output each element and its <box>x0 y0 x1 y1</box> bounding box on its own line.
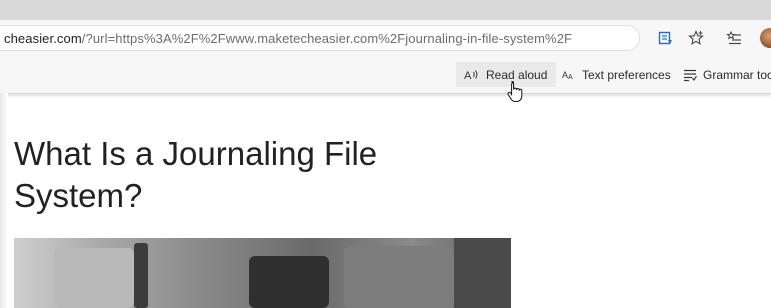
text-preferences-button[interactable]: A A Text preferences <box>562 62 671 87</box>
reader-toolbar: A Read aloud A A Text preferences Gramma… <box>0 56 771 94</box>
text-preferences-label: Text preferences <box>582 67 671 82</box>
favorite-star-icon[interactable] <box>688 30 704 46</box>
immersive-reader-icon[interactable] <box>658 30 674 46</box>
svg-text:A: A <box>568 74 573 81</box>
article-title: What Is a Journaling File System? <box>14 135 378 214</box>
article-hero-image <box>14 238 511 308</box>
favorites-list-icon[interactable] <box>726 30 742 46</box>
grammar-tools-icon <box>684 69 697 81</box>
url-host: cheasier.com <box>4 31 82 46</box>
grammar-tools-label: Grammar too <box>703 67 771 82</box>
profile-avatar-icon[interactable] <box>760 28 771 48</box>
read-aloud-icon: A <box>464 70 478 82</box>
tab-strip <box>0 0 771 20</box>
hand-cursor-icon <box>507 80 523 102</box>
text-preferences-icon: A A <box>562 70 573 81</box>
address-bar-row: cheasier.com/?url=https%3A%2F%2Fwww.make… <box>0 20 771 56</box>
url-path: /?url=https%3A%2F%2Fwww.maketecheasier.c… <box>81 31 573 46</box>
address-bar[interactable]: cheasier.com/?url=https%3A%2F%2Fwww.make… <box>0 25 640 51</box>
grammar-tools-button[interactable]: Grammar too <box>683 62 771 87</box>
svg-text:A: A <box>464 70 472 82</box>
url-text[interactable]: cheasier.com/?url=https%3A%2F%2Fwww.make… <box>4 31 572 46</box>
reader-side-shading <box>0 93 8 308</box>
